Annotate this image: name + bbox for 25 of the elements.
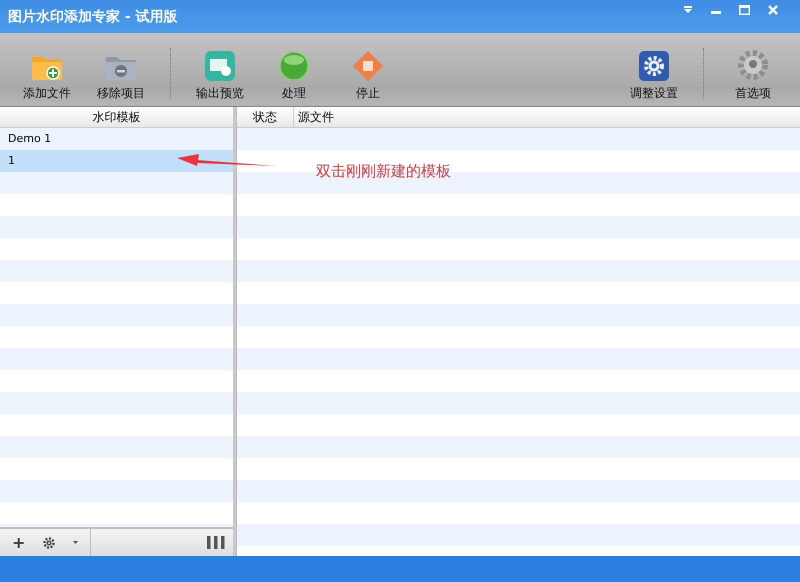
settings-icon	[639, 51, 669, 81]
toolbar-button[interactable]: 处理	[257, 51, 331, 102]
annotation-text: 双击刚刚新建的模板	[316, 162, 451, 181]
column-header[interactable]: 状态	[237, 107, 294, 127]
window-title: 图片水印添加专家 - 试用版	[8, 8, 178, 26]
stop-icon	[353, 51, 383, 81]
start-icon	[279, 51, 309, 81]
maximize-icon[interactable]	[739, 4, 750, 14]
toolbar-button[interactable]: 调整设置	[617, 51, 691, 102]
column-header[interactable]: 源文件	[294, 107, 334, 127]
gear-icon[interactable]	[43, 536, 56, 548]
toolbar-button[interactable]: 输出预览	[183, 51, 257, 102]
toolbar-button[interactable]: 首选项	[716, 49, 790, 102]
toolbar-button[interactable]: 移除项目	[84, 53, 158, 102]
toolbar-button[interactable]: 添加文件	[10, 53, 84, 102]
gear-icon	[737, 49, 769, 81]
columns-icon[interactable]	[207, 536, 225, 549]
preview-icon	[205, 51, 235, 81]
template-item[interactable]: 1	[0, 150, 233, 172]
toolbar-button[interactable]: 停止	[331, 51, 405, 102]
dropdown-icon[interactable]	[683, 6, 693, 14]
caret-icon[interactable]	[73, 541, 78, 544]
add-button[interactable]: +	[12, 533, 26, 552]
column-header: 水印模板	[0, 107, 233, 128]
close-icon[interactable]	[768, 4, 778, 14]
